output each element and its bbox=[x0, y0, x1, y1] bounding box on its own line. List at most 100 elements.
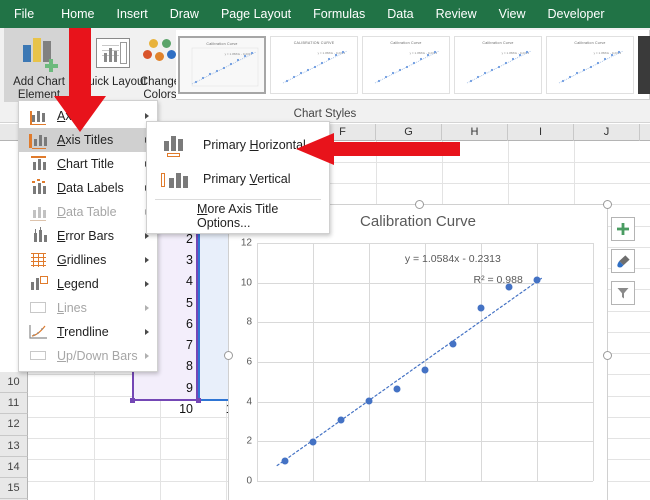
menu-item-label: Legend bbox=[57, 277, 99, 291]
submenu-item-primary-vertical[interactable]: Primary Vertical bbox=[147, 162, 329, 196]
chart-object[interactable]: Calibration Curve 12 10 8 6 4 2 0 y = 1.… bbox=[224, 200, 635, 500]
brush-icon bbox=[616, 254, 630, 267]
menu-item-label: Data Table bbox=[57, 205, 117, 219]
tab-formulas[interactable]: Formulas bbox=[302, 0, 376, 28]
chart-resize-handle[interactable] bbox=[224, 351, 233, 360]
row-header[interactable]: 12 bbox=[0, 414, 28, 436]
chart-style-thumbnail[interactable]: CALIBRATION CURVE y = 1.0584x - 0.2313 bbox=[270, 35, 358, 94]
y-axis-tick: 10 bbox=[240, 277, 252, 289]
chart-style-thumbnail[interactable]: Calibration Curve bbox=[638, 35, 650, 94]
menu-item-error-bars[interactable]: Error Bars bbox=[19, 224, 157, 248]
filter-icon bbox=[617, 288, 629, 299]
row-header[interactable]: 15 bbox=[0, 477, 28, 500]
menu-item-gridlines[interactable]: Gridlines bbox=[19, 248, 157, 272]
up-down-bars-icon bbox=[27, 347, 51, 365]
data-point[interactable] bbox=[421, 366, 429, 374]
data-point[interactable] bbox=[365, 397, 373, 405]
tab-draw[interactable]: Draw bbox=[159, 0, 210, 28]
y-axis-tick: 4 bbox=[246, 396, 252, 408]
data-point[interactable] bbox=[477, 304, 485, 312]
row-header[interactable]: 13 bbox=[0, 435, 28, 457]
menu-item-label: Gridlines bbox=[57, 253, 107, 267]
chart-title-icon bbox=[27, 155, 51, 173]
tab-developer[interactable]: Developer bbox=[537, 0, 616, 28]
chevron-right-icon bbox=[145, 281, 149, 287]
cell-x[interactable]: 10 bbox=[132, 399, 198, 420]
chart-style-thumbnail[interactable]: Calibration Curve y = 1.0584x - 0.2313 bbox=[178, 35, 266, 94]
menu-item-label: Axis Titles bbox=[57, 133, 114, 147]
thumbnail-plot bbox=[282, 50, 348, 83]
data-point[interactable] bbox=[449, 340, 457, 348]
chart-style-thumbnail[interactable]: Calibration Curve y = 1.0584x - 0.2313 bbox=[362, 35, 450, 94]
trendline-r2-label[interactable]: R² = 0.988 bbox=[405, 274, 523, 286]
tab-home[interactable]: Home bbox=[50, 0, 105, 28]
trendline-equation-label[interactable]: y = 1.0584x - 0.2313 bbox=[405, 253, 501, 265]
trendline-glyph bbox=[29, 325, 47, 339]
error-bars-icon bbox=[27, 227, 51, 245]
trendline-icon bbox=[27, 323, 51, 341]
row-header[interactable]: 11 bbox=[0, 393, 28, 415]
chart-elements-button[interactable] bbox=[611, 217, 635, 241]
y-axis-tick: 0 bbox=[246, 475, 252, 487]
tab-file[interactable]: File bbox=[0, 0, 50, 28]
y-axis-tick: 12 bbox=[240, 237, 252, 249]
column-header-i[interactable]: I bbox=[508, 124, 574, 141]
chart-filter-button[interactable] bbox=[611, 281, 635, 305]
thumbnail-plot bbox=[558, 50, 624, 83]
red-arrow-left bbox=[296, 133, 460, 165]
menu-item-data-labels[interactable]: Data Labels bbox=[19, 176, 157, 200]
tab-page-layout[interactable]: Page Layout bbox=[210, 0, 302, 28]
menu-item-label: Up/Down Bars bbox=[57, 349, 138, 363]
chevron-right-icon bbox=[145, 113, 149, 119]
chart-styles-gallery[interactable]: Calibration Curve y = 1.0584x - 0.2313 C… bbox=[176, 30, 650, 100]
tab-insert[interactable]: Insert bbox=[106, 0, 159, 28]
chart-side-buttons bbox=[611, 217, 635, 313]
primary-horizontal-icon bbox=[161, 133, 191, 157]
menu-item-up-down-bars[interactable]: Up/Down Bars bbox=[19, 344, 157, 368]
chevron-right-icon bbox=[145, 305, 149, 311]
tab-view[interactable]: View bbox=[488, 0, 537, 28]
menu-item-chart-title[interactable]: Chart Title bbox=[19, 152, 157, 176]
thumbnail-plot bbox=[466, 50, 532, 83]
submenu-item-label: Primary Vertical bbox=[203, 172, 291, 186]
menu-item-label: Error Bars bbox=[57, 229, 114, 243]
legend-icon bbox=[27, 275, 51, 293]
column-header-j[interactable]: J bbox=[574, 124, 640, 141]
menu-item-lines[interactable]: Lines bbox=[19, 296, 157, 320]
row-header[interactable]: 14 bbox=[0, 456, 28, 478]
axis-titles-icon bbox=[27, 131, 51, 149]
chart-resize-handle[interactable] bbox=[415, 200, 424, 209]
chart-resize-handle[interactable] bbox=[603, 200, 612, 209]
data-point[interactable] bbox=[393, 385, 401, 393]
cell-x[interactable]: 9 bbox=[132, 378, 198, 399]
menu-item-label: Data Labels bbox=[57, 181, 124, 195]
axes-icon bbox=[27, 107, 51, 125]
data-point[interactable] bbox=[281, 457, 289, 465]
data-table-icon bbox=[27, 203, 51, 221]
menu-item-legend[interactable]: Legend bbox=[19, 272, 157, 296]
data-point[interactable] bbox=[533, 276, 541, 284]
chevron-right-icon bbox=[145, 353, 149, 359]
menu-item-label: Chart Title bbox=[57, 157, 114, 171]
chart-plot-area[interactable]: 12 10 8 6 4 2 0 y = 1.0584x - 0.2313 R² … bbox=[241, 238, 594, 487]
data-point[interactable] bbox=[337, 416, 345, 424]
chart-styles-button[interactable] bbox=[611, 249, 635, 273]
y-axis-tick: 2 bbox=[246, 435, 252, 447]
chart-style-thumbnail[interactable]: Calibration Curve y = 1.0584x - 0.2313 bbox=[546, 35, 634, 94]
thumbnail-plot bbox=[191, 47, 259, 86]
tab-data[interactable]: Data bbox=[376, 0, 424, 28]
row-header[interactable]: 10 bbox=[0, 372, 28, 394]
chevron-right-icon bbox=[145, 329, 149, 335]
chevron-right-icon bbox=[145, 257, 149, 263]
add-chart-element-menu[interactable]: Axes Axis Titles Chart Title bbox=[18, 100, 158, 372]
submenu-item-more-axis-title-options[interactable]: More Axis Title Options... bbox=[147, 202, 329, 230]
chart-resize-handle[interactable] bbox=[603, 351, 612, 360]
row-header-column: 10 11 12 13 14 15 16 bbox=[0, 372, 28, 500]
chart-style-thumbnail[interactable]: Calibration Curve y = 1.0584x - 0.2313 bbox=[454, 35, 542, 94]
menu-item-data-table[interactable]: Data Table bbox=[19, 200, 157, 224]
tab-review[interactable]: Review bbox=[425, 0, 488, 28]
data-point[interactable] bbox=[309, 438, 317, 446]
menu-item-label: Lines bbox=[57, 301, 87, 315]
thumbnail-plot bbox=[374, 50, 440, 83]
menu-item-trendline[interactable]: Trendline bbox=[19, 320, 157, 344]
